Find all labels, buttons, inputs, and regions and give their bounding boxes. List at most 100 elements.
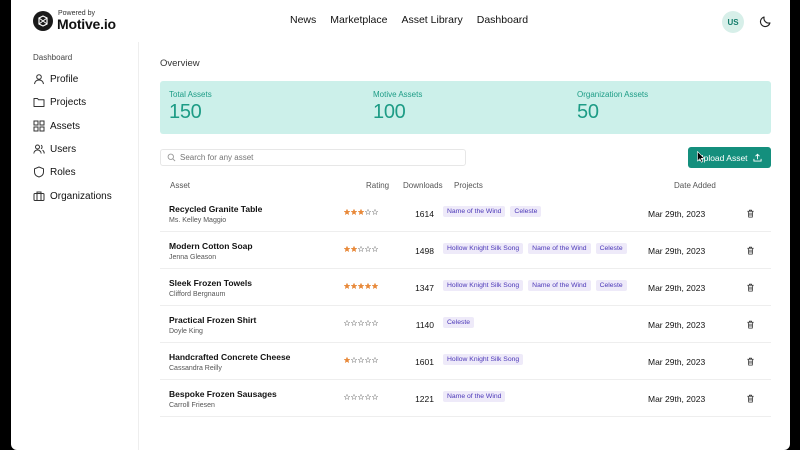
- star-filled-icon: [351, 246, 357, 252]
- asset-author: Ms. Kelley Maggio: [169, 217, 227, 224]
- nav-dashboard[interactable]: Dashboard: [477, 14, 528, 26]
- project-tags: Hollow Knight Silk Song Name of the Wind C…: [443, 280, 627, 291]
- search-icon: [167, 153, 176, 162]
- sidebar-item-roles[interactable]: Roles: [33, 166, 76, 178]
- star-filled-icon: [344, 209, 350, 215]
- search-input[interactable]: [180, 153, 460, 162]
- column-rating[interactable]: Rating: [366, 181, 389, 190]
- star-empty-icon: [358, 320, 364, 326]
- brand-logo[interactable]: Powered by Motive.io: [33, 10, 116, 31]
- column-projects[interactable]: Projects: [454, 181, 483, 190]
- asset-name[interactable]: Bespoke Frozen Sausages: [169, 389, 277, 399]
- project-tag[interactable]: Name of the Wind: [528, 280, 591, 291]
- star-empty-icon: [358, 394, 364, 400]
- star-empty-icon: [372, 394, 378, 400]
- sidebar-item-projects[interactable]: Projects: [33, 96, 86, 108]
- date-added: Mar 29th, 2023: [648, 394, 706, 404]
- star-empty-icon: [365, 357, 371, 363]
- project-tag[interactable]: Name of the Wind: [528, 243, 591, 254]
- rating-stars: [344, 394, 378, 400]
- trash-icon[interactable]: [746, 246, 755, 255]
- table-row[interactable]: Modern Cotton Soap Jenna Gleason 1498 Hollo…: [160, 232, 771, 269]
- trash-icon[interactable]: [746, 320, 755, 329]
- star-empty-icon: [344, 320, 350, 326]
- table-row[interactable]: Bespoke Frozen Sausages Carroll Friesen 12…: [160, 380, 771, 417]
- search-box[interactable]: [160, 149, 466, 166]
- date-added: Mar 29th, 2023: [648, 209, 706, 219]
- sidebar-item-label: Organizations: [50, 190, 112, 202]
- rating-stars: [344, 283, 378, 289]
- project-tag[interactable]: Celeste: [510, 206, 542, 217]
- user-avatar[interactable]: US: [722, 11, 744, 33]
- date-added: Mar 29th, 2023: [648, 283, 706, 293]
- project-tag[interactable]: Celeste: [443, 317, 475, 328]
- sidebar-item-label: Roles: [50, 166, 76, 178]
- project-tags: Hollow Knight Silk Song: [443, 354, 524, 365]
- star-filled-icon: [365, 283, 371, 289]
- stat-label: Total Assets: [169, 90, 212, 99]
- sidebar-item-label: Projects: [50, 96, 87, 108]
- project-tag[interactable]: Celeste: [595, 280, 627, 291]
- sidebar: Dashboard Profile Projects Assets Users …: [11, 42, 139, 450]
- sidebar-item-users[interactable]: Users: [33, 143, 76, 155]
- page-title: Overview: [160, 58, 200, 69]
- asset-name[interactable]: Sleek Frozen Towels: [169, 278, 252, 288]
- project-tag[interactable]: Celeste: [595, 243, 627, 254]
- trash-icon[interactable]: [746, 283, 755, 292]
- asset-author: Jenna Gleason: [169, 254, 217, 261]
- project-tag[interactable]: Hollow Knight Silk Song: [443, 354, 524, 365]
- star-empty-icon: [351, 357, 357, 363]
- asset-author: Cassandra Reilly: [169, 365, 222, 372]
- project-tags: Hollow Knight Silk Song Name of the Wind C…: [443, 243, 627, 254]
- column-date-added[interactable]: Date Added: [674, 181, 716, 190]
- nav-marketplace[interactable]: Marketplace: [330, 14, 387, 26]
- app-window: Powered by Motive.io News Marketplace As…: [11, 0, 790, 450]
- asset-name[interactable]: Recycled Granite Table: [169, 204, 262, 214]
- sidebar-title: Dashboard: [33, 53, 73, 62]
- moon-icon[interactable]: [759, 14, 773, 28]
- star-empty-icon: [372, 209, 378, 215]
- project-tag[interactable]: Name of the Wind: [443, 206, 506, 217]
- brand-name: Motive.io: [57, 16, 116, 32]
- stat-motive-assets: Motive Assets 100: [373, 90, 422, 124]
- star-filled-icon: [344, 246, 350, 252]
- column-downloads[interactable]: Downloads: [403, 181, 443, 190]
- table-row[interactable]: Recycled Granite Table Ms. Kelley Maggio 1…: [160, 195, 771, 232]
- briefcase-icon: [33, 191, 45, 201]
- nav-asset-library[interactable]: Asset Library: [401, 14, 462, 26]
- sidebar-item-profile[interactable]: Profile: [33, 73, 78, 85]
- date-added: Mar 29th, 2023: [648, 320, 706, 330]
- asset-author: Clifford Bergnaum: [169, 291, 226, 298]
- trash-icon[interactable]: [746, 209, 755, 218]
- star-empty-icon: [344, 394, 350, 400]
- users-icon: [33, 144, 45, 154]
- sidebar-item-organizations[interactable]: Organizations: [33, 190, 112, 202]
- sidebar-item-label: Assets: [50, 120, 81, 132]
- project-tag[interactable]: Hollow Knight Silk Song: [443, 280, 524, 291]
- asset-name[interactable]: Modern Cotton Soap: [169, 241, 253, 251]
- asset-name[interactable]: Handcrafted Concrete Cheese: [169, 352, 290, 362]
- sidebar-item-assets[interactable]: Assets: [33, 120, 80, 132]
- download-count: 1221: [415, 394, 434, 404]
- trash-icon[interactable]: [746, 357, 755, 366]
- column-asset[interactable]: Asset: [170, 181, 190, 190]
- asset-name[interactable]: Practical Frozen Shirt: [169, 315, 256, 325]
- trash-icon[interactable]: [746, 394, 755, 403]
- project-tag[interactable]: Name of the Wind: [443, 391, 506, 402]
- star-filled-icon: [358, 209, 364, 215]
- table-row[interactable]: Sleek Frozen Towels Clifford Bergnaum 1347…: [160, 269, 771, 306]
- mouse-cursor-icon: [697, 151, 705, 163]
- table-row[interactable]: Practical Frozen Shirt Doyle King 1140 Cele…: [160, 306, 771, 343]
- star-empty-icon: [365, 209, 371, 215]
- rating-stars: [344, 320, 378, 326]
- star-filled-icon: [344, 357, 350, 363]
- table-row[interactable]: Handcrafted Concrete Cheese Cassandra Rei…: [160, 343, 771, 380]
- star-empty-icon: [358, 246, 364, 252]
- nav-news[interactable]: News: [290, 14, 316, 26]
- project-tags: Name of the Wind Celeste: [443, 206, 542, 217]
- star-filled-icon: [351, 209, 357, 215]
- motive-logo-icon: [33, 10, 53, 31]
- project-tag[interactable]: Hollow Knight Silk Song: [443, 243, 524, 254]
- rating-stars: [344, 246, 378, 252]
- sidebar-item-label: Users: [50, 143, 77, 155]
